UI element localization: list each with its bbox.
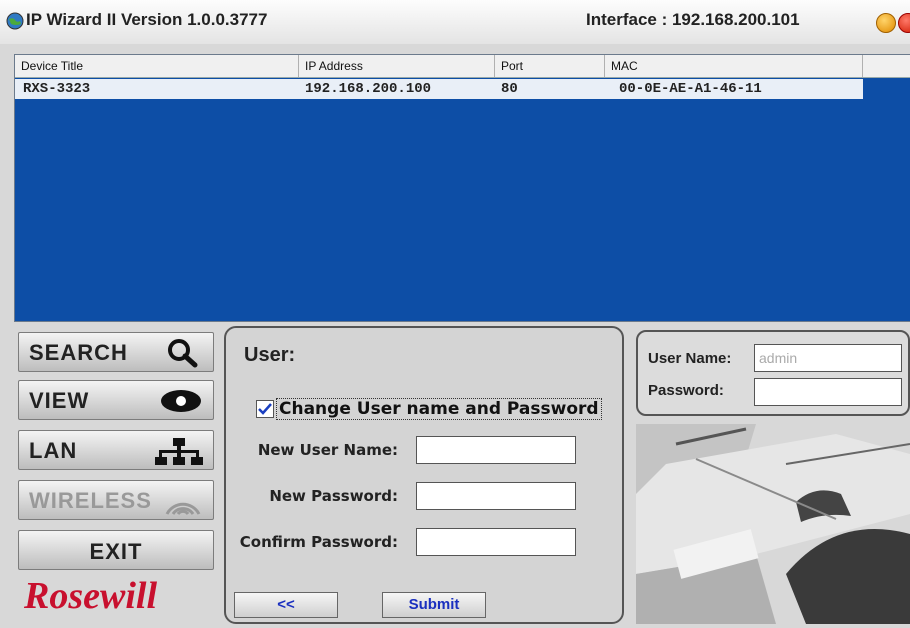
interface-label: Interface : 192.168.200.101 — [586, 10, 800, 29]
back-button[interactable]: << — [234, 592, 338, 618]
new-user-name-label: New User Name: — [257, 441, 398, 459]
checkmark-icon — [258, 403, 272, 415]
rosewill-logo: Rosewill — [24, 575, 158, 617]
wireless-signal-icon — [165, 502, 201, 516]
wireless-button[interactable]: WIRELESS — [18, 480, 214, 520]
network-icon — [155, 438, 203, 465]
column-header-mac[interactable]: MAC — [605, 55, 863, 77]
globe-app-icon — [6, 12, 24, 30]
new-user-name-input[interactable] — [416, 436, 576, 464]
exit-label: EXIT — [89, 539, 143, 564]
new-password-input[interactable] — [416, 482, 576, 510]
confirm-password-label: Confirm Password: — [239, 533, 398, 551]
column-header-port[interactable]: Port — [495, 55, 605, 77]
view-button[interactable]: VIEW — [18, 380, 214, 420]
wireless-label: WIRELESS — [29, 488, 152, 513]
eye-icon — [161, 390, 201, 412]
exit-button[interactable]: EXIT — [18, 530, 214, 570]
login-panel: User Name: admin Password: — [636, 330, 910, 416]
submit-button[interactable]: Submit — [382, 592, 486, 618]
close-button[interactable] — [898, 13, 910, 33]
view-label: VIEW — [29, 388, 90, 413]
lan-label: LAN — [29, 438, 78, 463]
mac-cell: 00-0E-AE-A1-46-11 — [619, 81, 762, 97]
device-title-cell: RXS-3323 — [23, 81, 91, 97]
user-panel-title: User: — [244, 344, 296, 366]
username-label: User Name: — [648, 350, 732, 367]
search-label: SEARCH — [29, 340, 128, 365]
list-header: Device Title IP Address Port MAC — [15, 55, 910, 78]
user-settings-panel: User: Change User name and Password New … — [224, 326, 624, 624]
column-header-device-title[interactable]: Device Title — [15, 55, 299, 77]
change-credentials-label: Change User name and Password — [276, 398, 602, 420]
device-list[interactable]: Device Title IP Address Port MAC RXS-332… — [14, 54, 910, 322]
username-input[interactable]: admin — [754, 344, 902, 372]
camera-feed-image — [636, 424, 910, 624]
port-cell: 80 — [501, 81, 518, 97]
magnifier-icon — [168, 339, 198, 368]
lan-button[interactable]: LAN — [18, 430, 214, 470]
device-row[interactable]: RXS-3323 192.168.200.100 80 00-0E-AE-A1-… — [15, 79, 863, 99]
confirm-password-input[interactable] — [416, 528, 576, 556]
search-button[interactable]: SEARCH — [18, 332, 214, 372]
minimize-button[interactable] — [876, 13, 896, 33]
column-header-ip-address[interactable]: IP Address — [299, 55, 495, 77]
camera-preview — [636, 424, 910, 624]
window-title: IP Wizard II Version 1.0.0.3777 — [26, 10, 268, 29]
password-input[interactable] — [754, 378, 902, 406]
password-label: Password: — [648, 382, 724, 399]
ip-address-cell: 192.168.200.100 — [305, 81, 432, 97]
new-password-label: New Password: — [269, 487, 398, 505]
change-credentials-checkbox[interactable] — [256, 400, 274, 418]
title-bar: IP Wizard II Version 1.0.0.3777 Interfac… — [0, 0, 910, 45]
